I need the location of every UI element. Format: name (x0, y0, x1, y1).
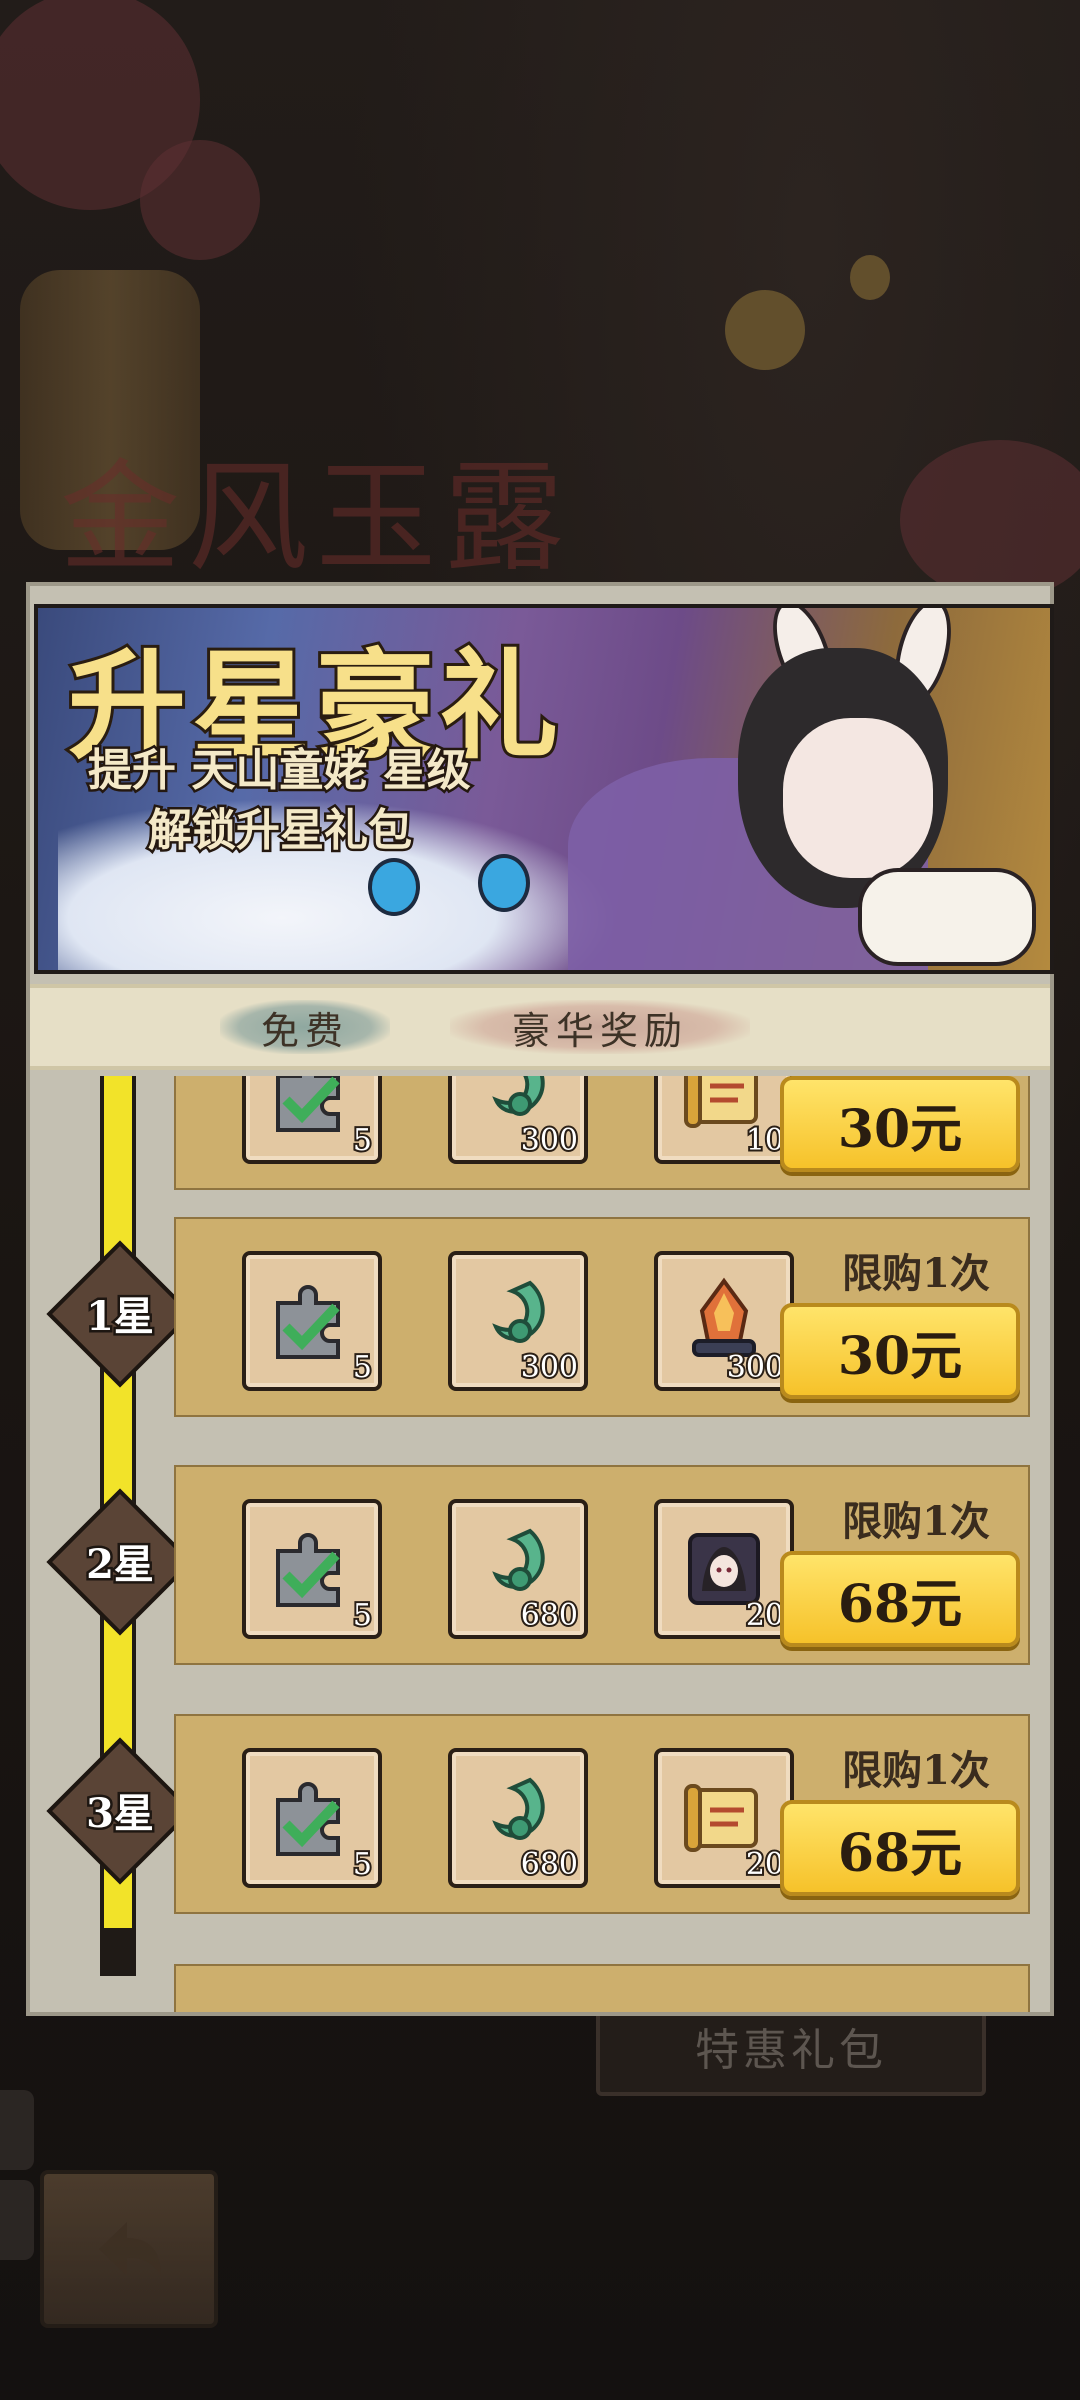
back-arrow-icon (99, 2222, 161, 2276)
banner-subtitle: 解锁升星礼包 (146, 803, 415, 859)
tier-row: 5 300 10 30元 (174, 1076, 1030, 1190)
tier-row: 5 680 20 限购1次 68元 (174, 1465, 1030, 1665)
reward-quantity: 680 (519, 1845, 580, 1884)
puzzle-fragment-icon (264, 1770, 360, 1866)
girl-character-face (783, 718, 933, 878)
reward-slot[interactable]: 5 (242, 1499, 382, 1639)
purchase-limit-label: 限购1次 (842, 1250, 990, 1297)
tier-list[interactable]: 5 300 10 30元 1星 5 300 300 限购1次 30元 2星 5 … (30, 1076, 1050, 2012)
tier-row: 5 300 300 限购1次 30元 (174, 1217, 1030, 1417)
reward-slot[interactable]: 5 (242, 1748, 382, 1888)
lantern-decor (725, 290, 805, 370)
reward-slot[interactable]: 680 (448, 1748, 588, 1888)
reward-quantity: 680 (519, 1596, 580, 1635)
event-banner: 升星豪礼 提升 天山童姥 星级 解锁升星礼包 (34, 604, 1054, 974)
reward-slot[interactable]: 300 (654, 1251, 794, 1391)
reward-quantity: 5 (351, 1596, 374, 1635)
banner-subtitle: 提升 天山童姥 星级 (86, 743, 474, 799)
reward-quantity: 5 (351, 1348, 374, 1387)
reward-slot[interactable]: 5 (242, 1076, 382, 1164)
tier-row (174, 1964, 1030, 2012)
side-tab[interactable] (0, 2180, 34, 2260)
reward-quantity: 10 (744, 1121, 786, 1160)
purchase-limit-label: 限购1次 (842, 1498, 990, 1545)
buy-button[interactable]: 30元 (780, 1303, 1020, 1399)
star-level-label: 2星 (84, 1539, 157, 1591)
buy-button[interactable]: 68元 (780, 1800, 1020, 1896)
reward-slot[interactable]: 20 (654, 1748, 794, 1888)
puzzle-fragment-icon (264, 1076, 360, 1142)
reward-quantity: 20 (744, 1845, 786, 1884)
blossom-decor (900, 440, 1080, 600)
reward-slot[interactable]: 10 (654, 1076, 794, 1164)
tier-row: 5 680 20 限购1次 68元 (174, 1714, 1030, 1914)
side-tab[interactable] (0, 2090, 34, 2170)
progress-track-end (100, 1928, 136, 1976)
reward-quantity: 5 (351, 1121, 374, 1160)
reward-slot[interactable]: 300 (448, 1076, 588, 1164)
back-button[interactable] (40, 2170, 218, 2328)
reward-tabs: 免费 豪华奖励 (30, 984, 1050, 1070)
buy-button[interactable]: 30元 (780, 1076, 1020, 1172)
purchase-limit-label: 限购1次 (842, 1747, 990, 1794)
reward-quantity: 5 (351, 1845, 374, 1884)
reward-slot[interactable]: 680 (448, 1499, 588, 1639)
puzzle-fragment-icon (264, 1273, 360, 1369)
puzzle-fragment-icon (264, 1521, 360, 1617)
star-up-gift-modal: 升星豪礼 提升 天山童姥 星级 解锁升星礼包 免费 豪华奖励 5 300 10 … (30, 586, 1054, 2012)
tab-free[interactable]: 免费 (220, 1000, 390, 1054)
buy-button[interactable]: 68元 (780, 1551, 1020, 1647)
star-level-label: 3星 (84, 1788, 157, 1840)
paw-art (858, 868, 1036, 966)
lantern-decor (850, 255, 890, 300)
blossom-decor (140, 140, 260, 260)
reward-quantity: 300 (519, 1348, 580, 1387)
fox-eye (478, 854, 530, 912)
background-title: 金风玉露 (60, 449, 572, 588)
star-level-label: 1星 (84, 1291, 157, 1343)
reward-slot[interactable]: 300 (448, 1251, 588, 1391)
reward-quantity: 20 (744, 1596, 786, 1635)
reward-slot[interactable]: 20 (654, 1499, 794, 1639)
reward-quantity: 300 (725, 1348, 786, 1387)
tab-deluxe-rewards[interactable]: 豪华奖励 (450, 1000, 750, 1054)
special-gift-label: 特惠礼包 (695, 2025, 887, 2076)
fox-eye (368, 858, 420, 916)
reward-quantity: 300 (519, 1121, 580, 1160)
reward-slot[interactable]: 5 (242, 1251, 382, 1391)
